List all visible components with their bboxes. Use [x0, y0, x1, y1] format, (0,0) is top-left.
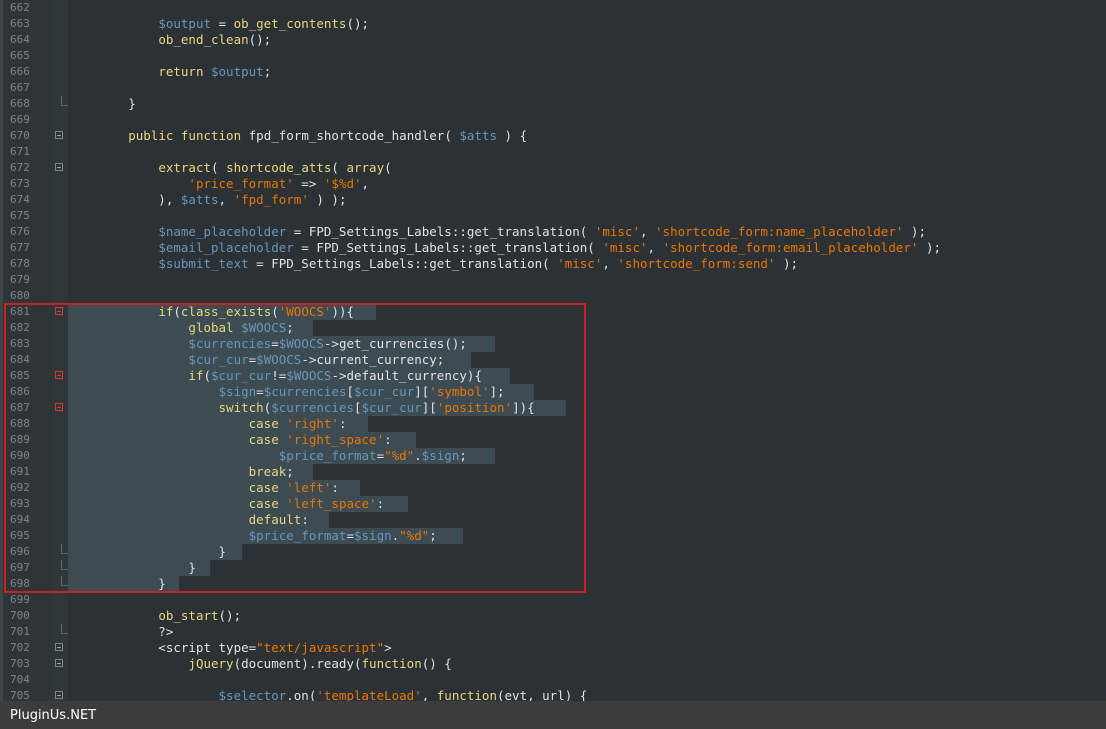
line-number: 671 [10, 145, 30, 158]
code-line[interactable]: 700 ob_start(); [0, 608, 1106, 624]
code-line[interactable]: 673 'price_format' => '$%d', [0, 176, 1106, 192]
code-text: return $output; [158, 64, 272, 79]
code-text: jQuery(document).ready(function() { [188, 656, 452, 671]
line-number: 672 [10, 161, 30, 174]
code-text: $output = ob_get_contents(); [158, 16, 370, 31]
fold-end-marker [61, 624, 68, 634]
line-number: 701 [10, 625, 30, 638]
line-number: 668 [10, 97, 30, 110]
code-line[interactable]: 665 [0, 48, 1106, 64]
line-number: 676 [10, 225, 30, 238]
fold-end-marker [61, 96, 68, 106]
code-line[interactable]: 675 [0, 208, 1106, 224]
line-number: 699 [10, 593, 30, 606]
line-number: 667 [10, 81, 30, 94]
code-line[interactable]: 677 $email_placeholder = FPD_Settings_La… [0, 240, 1106, 256]
code-text: $submit_text = FPD_Settings_Labels::get_… [158, 256, 799, 271]
code-line[interactable]: 680 [0, 288, 1106, 304]
fold-toggle-icon[interactable] [55, 643, 63, 651]
code-line[interactable]: 701 ?> [0, 624, 1106, 640]
code-text: ?> [68, 624, 174, 639]
code-line[interactable]: 672 extract( shortcode_atts( array( [0, 160, 1106, 176]
code-text: } [68, 96, 136, 111]
highlight-annotation-box [4, 303, 586, 593]
code-line[interactable]: 667 [0, 80, 1106, 96]
line-number: 705 [10, 689, 30, 701]
code-line[interactable]: 679 [0, 272, 1106, 288]
line-number: 678 [10, 257, 30, 270]
line-number: 662 [10, 1, 30, 14]
code-text: extract( shortcode_atts( array( [158, 160, 392, 175]
code-line[interactable]: 678 $submit_text = FPD_Settings_Labels::… [0, 256, 1106, 272]
code-line[interactable]: 662 [0, 0, 1106, 16]
code-text: public function fpd_form_shortcode_handl… [128, 128, 528, 143]
line-number: 677 [10, 241, 30, 254]
line-number: 702 [10, 641, 30, 654]
line-number: 669 [10, 113, 30, 126]
line-number: 700 [10, 609, 30, 622]
code-line[interactable]: 668 } [0, 96, 1106, 112]
line-number: 664 [10, 33, 30, 46]
line-number: 703 [10, 657, 30, 670]
footer-bar: PluginUs.NET [0, 701, 1106, 729]
watermark-text: PluginUs.NET [10, 708, 97, 723]
line-number: 704 [10, 673, 30, 686]
line-number: 679 [10, 273, 30, 286]
code-text: ob_end_clean(); [158, 32, 272, 47]
fold-toggle-icon[interactable] [55, 659, 63, 667]
code-text: ), $atts, 'fpd_form' ) ); [68, 192, 347, 207]
code-line[interactable]: 674 ), $atts, 'fpd_form' ) ); [0, 192, 1106, 208]
line-number: 663 [10, 17, 30, 30]
code-text: <script type="text/javascript"> [68, 640, 392, 655]
fold-toggle-icon[interactable] [55, 131, 63, 139]
code-line[interactable]: 676 $name_placeholder = FPD_Settings_Lab… [0, 224, 1106, 240]
code-line[interactable]: 663 $output = ob_get_contents(); [0, 16, 1106, 32]
code-line[interactable]: 666 return $output; [0, 64, 1106, 80]
code-line[interactable]: 664 ob_end_clean(); [0, 32, 1106, 48]
code-text: $email_placeholder = FPD_Settings_Labels… [158, 240, 942, 255]
code-line[interactable]: 705 $selector.on('templateLoad', functio… [0, 688, 1106, 701]
fold-toggle-icon[interactable] [55, 691, 63, 699]
line-number: 675 [10, 209, 30, 222]
fold-toggle-icon[interactable] [55, 163, 63, 171]
code-line[interactable]: 702 <script type="text/javascript"> [0, 640, 1106, 656]
code-line[interactable]: 704 [0, 672, 1106, 688]
code-text: ob_start(); [158, 608, 242, 623]
code-line[interactable]: 703 jQuery(document).ready(function() { [0, 656, 1106, 672]
code-line[interactable]: 699 [0, 592, 1106, 608]
code-line[interactable]: 671 [0, 144, 1106, 160]
line-number: 670 [10, 129, 30, 142]
line-number: 674 [10, 193, 30, 206]
code-text: 'price_format' => '$%d', [188, 176, 370, 191]
code-line[interactable]: 669 [0, 112, 1106, 128]
line-number: 673 [10, 177, 30, 190]
code-text: $name_placeholder = FPD_Settings_Labels:… [158, 224, 926, 239]
code-text: $selector.on('templateLoad', function(ev… [218, 688, 588, 701]
code-line[interactable]: 670 public function fpd_form_shortcode_h… [0, 128, 1106, 144]
line-number: 666 [10, 65, 30, 78]
code-editor[interactable]: 662 663 $output = ob_get_contents(); 664 o… [0, 0, 1106, 701]
line-number: 665 [10, 49, 30, 62]
line-number: 680 [10, 289, 30, 302]
